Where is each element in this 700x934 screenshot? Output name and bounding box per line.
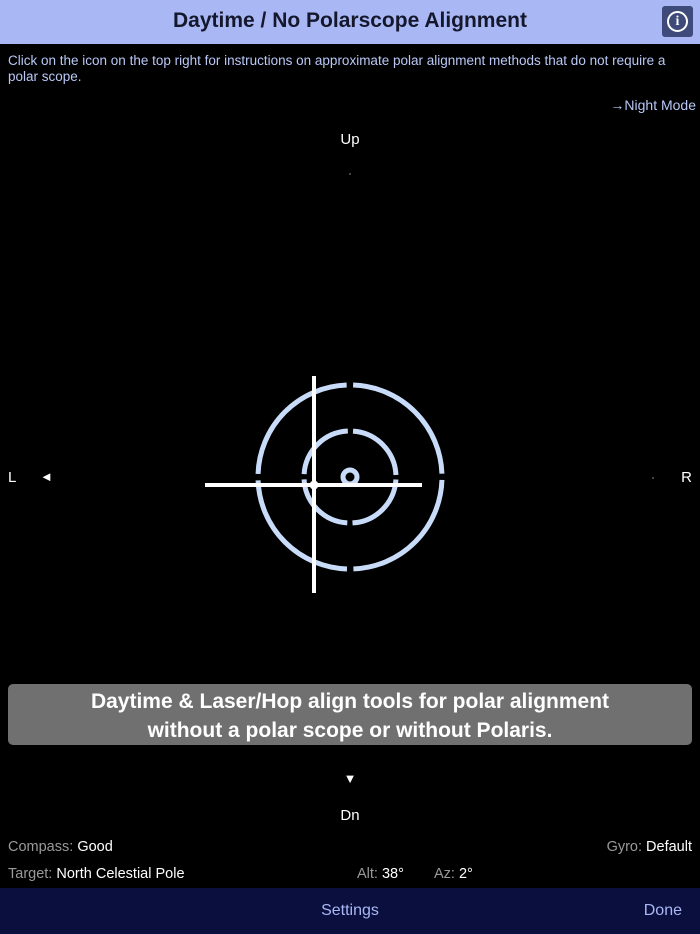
- gyro-label: Gyro:: [606, 839, 643, 855]
- outer-ring: [255, 382, 445, 572]
- banner-line-1: Daytime & Laser/Hop align tools for pola…: [90, 690, 610, 713]
- banner-line-2: without a polar scope or without Polaris…: [147, 719, 553, 742]
- compass-value: Good: [77, 839, 113, 855]
- done-button[interactable]: Done: [644, 902, 682, 920]
- bottom-toolbar: Settings Done: [0, 888, 700, 934]
- target-status: Target: North Celestial Pole: [8, 866, 185, 882]
- compass-status: Compass: Good: [8, 839, 113, 855]
- target-value: North Celestial Pole: [56, 866, 185, 882]
- gyro-value: Default: [646, 839, 692, 855]
- altitude-status: Alt: 38°: [357, 866, 404, 882]
- crosshair-center-dot: [309, 480, 319, 490]
- down-arrow-icon: ▼: [343, 771, 357, 786]
- settings-button[interactable]: Settings: [321, 902, 379, 919]
- az-label: Az:: [434, 866, 455, 882]
- alt-label: Alt:: [357, 866, 378, 882]
- center-ring: [340, 467, 360, 487]
- compass-label: Compass:: [8, 839, 74, 855]
- target-label: Target:: [8, 866, 53, 882]
- direction-down-label: Dn: [340, 807, 360, 824]
- inner-ring: [301, 428, 399, 526]
- alt-value: 38°: [381, 866, 404, 882]
- info-banner: Daytime & Laser/Hop align tools for pola…: [8, 684, 692, 745]
- az-value: 2°: [458, 866, 473, 882]
- alignment-reticle[interactable]: [0, 0, 700, 934]
- gyro-status: Gyro: Default: [607, 839, 692, 855]
- azimuth-status: Az: 2°: [434, 866, 473, 882]
